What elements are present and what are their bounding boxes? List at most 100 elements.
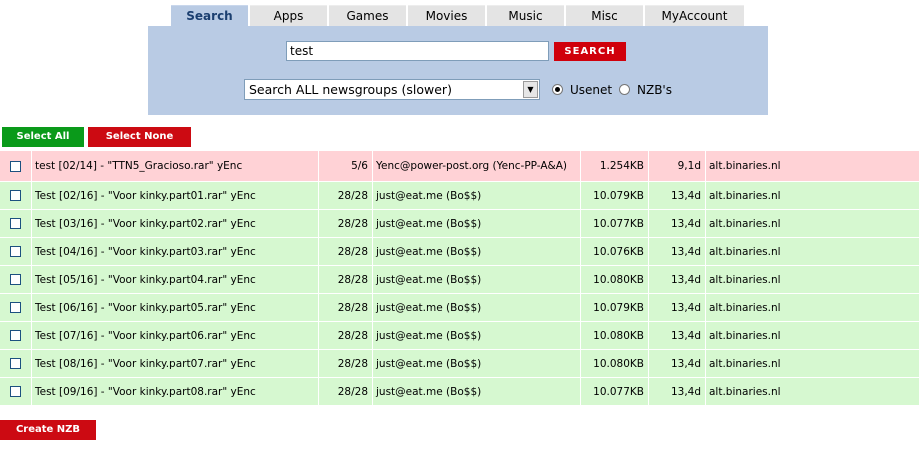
- size-cell: 10.076KB: [580, 238, 648, 265]
- poster-cell: just@eat.me (Bo$$): [372, 322, 580, 349]
- create-nzb-button[interactable]: Create NZB: [0, 420, 96, 440]
- subject-cell: Test [04/16] - "Voor kinky.part03.rar" y…: [31, 238, 318, 265]
- row-select-checkbox[interactable]: [10, 190, 21, 201]
- table-row: Test [04/16] - "Voor kinky.part03.rar" y…: [0, 238, 919, 266]
- tab-misc[interactable]: Misc: [566, 5, 643, 26]
- table-row: Test [09/16] - "Voor kinky.part08.rar" y…: [0, 378, 919, 406]
- subject-cell: test [02/14] - "TTN5_Gracioso.rar" yEnc: [31, 151, 318, 181]
- subject-cell: Test [03/16] - "Voor kinky.part02.rar" y…: [31, 210, 318, 237]
- newsgroup-cell: alt.binaries.nl: [705, 210, 919, 237]
- parts-cell: 28/28: [318, 238, 372, 265]
- row-select-checkbox[interactable]: [10, 160, 21, 172]
- table-row: Test [07/16] - "Voor kinky.part06.rar" y…: [0, 322, 919, 350]
- row-select-checkbox[interactable]: [10, 386, 21, 397]
- tab-search[interactable]: Search: [171, 5, 248, 27]
- select-cell: [0, 182, 31, 209]
- select-cell: [0, 151, 31, 181]
- table-row: Test [03/16] - "Voor kinky.part02.rar" y…: [0, 210, 919, 238]
- age-cell: 13,4d: [648, 322, 705, 349]
- size-cell: 10.080KB: [580, 322, 648, 349]
- newsgroup-cell: alt.binaries.nl: [705, 350, 919, 377]
- select-cell: [0, 238, 31, 265]
- select-cell: [0, 210, 31, 237]
- subject-cell: Test [08/16] - "Voor kinky.part07.rar" y…: [31, 350, 318, 377]
- age-cell: 9,1d: [648, 151, 705, 181]
- row-select-checkbox[interactable]: [10, 218, 21, 229]
- age-cell: 13,4d: [648, 294, 705, 321]
- table-row: Test [05/16] - "Voor kinky.part04.rar" y…: [0, 266, 919, 294]
- size-cell: 10.077KB: [580, 210, 648, 237]
- size-cell: 10.079KB: [580, 182, 648, 209]
- poster-cell: just@eat.me (Bo$$): [372, 294, 580, 321]
- select-cell: [0, 378, 31, 405]
- age-cell: 13,4d: [648, 238, 705, 265]
- tab-myaccount[interactable]: MyAccount: [645, 5, 744, 26]
- row-select-checkbox[interactable]: [10, 358, 21, 369]
- row-select-checkbox[interactable]: [10, 246, 21, 257]
- tab-movies[interactable]: Movies: [408, 5, 485, 26]
- size-cell: 10.080KB: [580, 350, 648, 377]
- poster-cell: just@eat.me (Bo$$): [372, 210, 580, 237]
- table-row: test [02/14] - "TTN5_Gracioso.rar" yEnc 5…: [0, 151, 919, 182]
- newsgroup-cell: alt.binaries.nl: [705, 182, 919, 209]
- parts-cell: 28/28: [318, 182, 372, 209]
- search-input[interactable]: [286, 41, 549, 61]
- age-cell: 13,4d: [648, 378, 705, 405]
- parts-cell: 28/28: [318, 322, 372, 349]
- subject-cell: Test [06/16] - "Voor kinky.part05.rar" y…: [31, 294, 318, 321]
- scope-selected-value: Search ALL newsgroups (slower): [249, 82, 452, 97]
- size-cell: 10.080KB: [580, 266, 648, 293]
- age-cell: 13,4d: [648, 210, 705, 237]
- usenet-radio[interactable]: [552, 84, 563, 95]
- row-select-checkbox[interactable]: [10, 274, 21, 285]
- select-cell: [0, 350, 31, 377]
- age-cell: 13,4d: [648, 182, 705, 209]
- parts-cell: 28/28: [318, 210, 372, 237]
- age-cell: 13,4d: [648, 350, 705, 377]
- chevron-down-icon[interactable]: ▼: [523, 81, 538, 98]
- poster-cell: Yenc@power-post.org (Yenc-PP-A&A): [372, 151, 580, 181]
- select-none-button[interactable]: Select None: [88, 127, 191, 147]
- size-cell: 1.254KB: [580, 151, 648, 181]
- newsgroup-cell: alt.binaries.nl: [705, 294, 919, 321]
- table-row: Test [08/16] - "Voor kinky.part07.rar" y…: [0, 350, 919, 378]
- poster-cell: just@eat.me (Bo$$): [372, 182, 580, 209]
- newsgroup-scope-select[interactable]: Search ALL newsgroups (slower) ▼: [244, 79, 540, 100]
- select-cell: [0, 266, 31, 293]
- results-table: test [02/14] - "TTN5_Gracioso.rar" yEnc 5…: [0, 151, 919, 406]
- usenet-radio-label: Usenet: [570, 83, 613, 97]
- subject-cell: Test [05/16] - "Voor kinky.part04.rar" y…: [31, 266, 318, 293]
- select-cell: [0, 322, 31, 349]
- newsgroup-cell: alt.binaries.nl: [705, 322, 919, 349]
- tab-music[interactable]: Music: [487, 5, 564, 26]
- parts-cell: 28/28: [318, 266, 372, 293]
- poster-cell: just@eat.me (Bo$$): [372, 238, 580, 265]
- nzbs-radio[interactable]: [619, 84, 630, 95]
- poster-cell: just@eat.me (Bo$$): [372, 266, 580, 293]
- nzbs-radio-label: NZB's: [637, 83, 672, 97]
- parts-cell: 28/28: [318, 294, 372, 321]
- select-all-button[interactable]: Select All: [2, 127, 84, 147]
- newsgroup-cell: alt.binaries.nl: [705, 151, 919, 181]
- poster-cell: just@eat.me (Bo$$): [372, 378, 580, 405]
- table-row: Test [06/16] - "Voor kinky.part05.rar" y…: [0, 294, 919, 322]
- newsgroup-cell: alt.binaries.nl: [705, 238, 919, 265]
- row-select-checkbox[interactable]: [10, 330, 21, 341]
- parts-cell: 28/28: [318, 378, 372, 405]
- poster-cell: just@eat.me (Bo$$): [372, 350, 580, 377]
- subject-cell: Test [07/16] - "Voor kinky.part06.rar" y…: [31, 322, 318, 349]
- search-panel: SEARCH Search ALL newsgroups (slower) ▼ …: [148, 26, 768, 115]
- subject-cell: Test [02/16] - "Voor kinky.part01.rar" y…: [31, 182, 318, 209]
- table-row: Test [02/16] - "Voor kinky.part01.rar" y…: [0, 182, 919, 210]
- parts-cell: 28/28: [318, 350, 372, 377]
- select-cell: [0, 294, 31, 321]
- size-cell: 10.079KB: [580, 294, 648, 321]
- newsgroup-cell: alt.binaries.nl: [705, 378, 919, 405]
- newsgroup-cell: alt.binaries.nl: [705, 266, 919, 293]
- tab-apps[interactable]: Apps: [250, 5, 327, 26]
- subject-cell: Test [09/16] - "Voor kinky.part08.rar" y…: [31, 378, 318, 405]
- size-cell: 10.077KB: [580, 378, 648, 405]
- tab-games[interactable]: Games: [329, 5, 406, 26]
- search-button[interactable]: SEARCH: [554, 42, 626, 61]
- row-select-checkbox[interactable]: [10, 302, 21, 313]
